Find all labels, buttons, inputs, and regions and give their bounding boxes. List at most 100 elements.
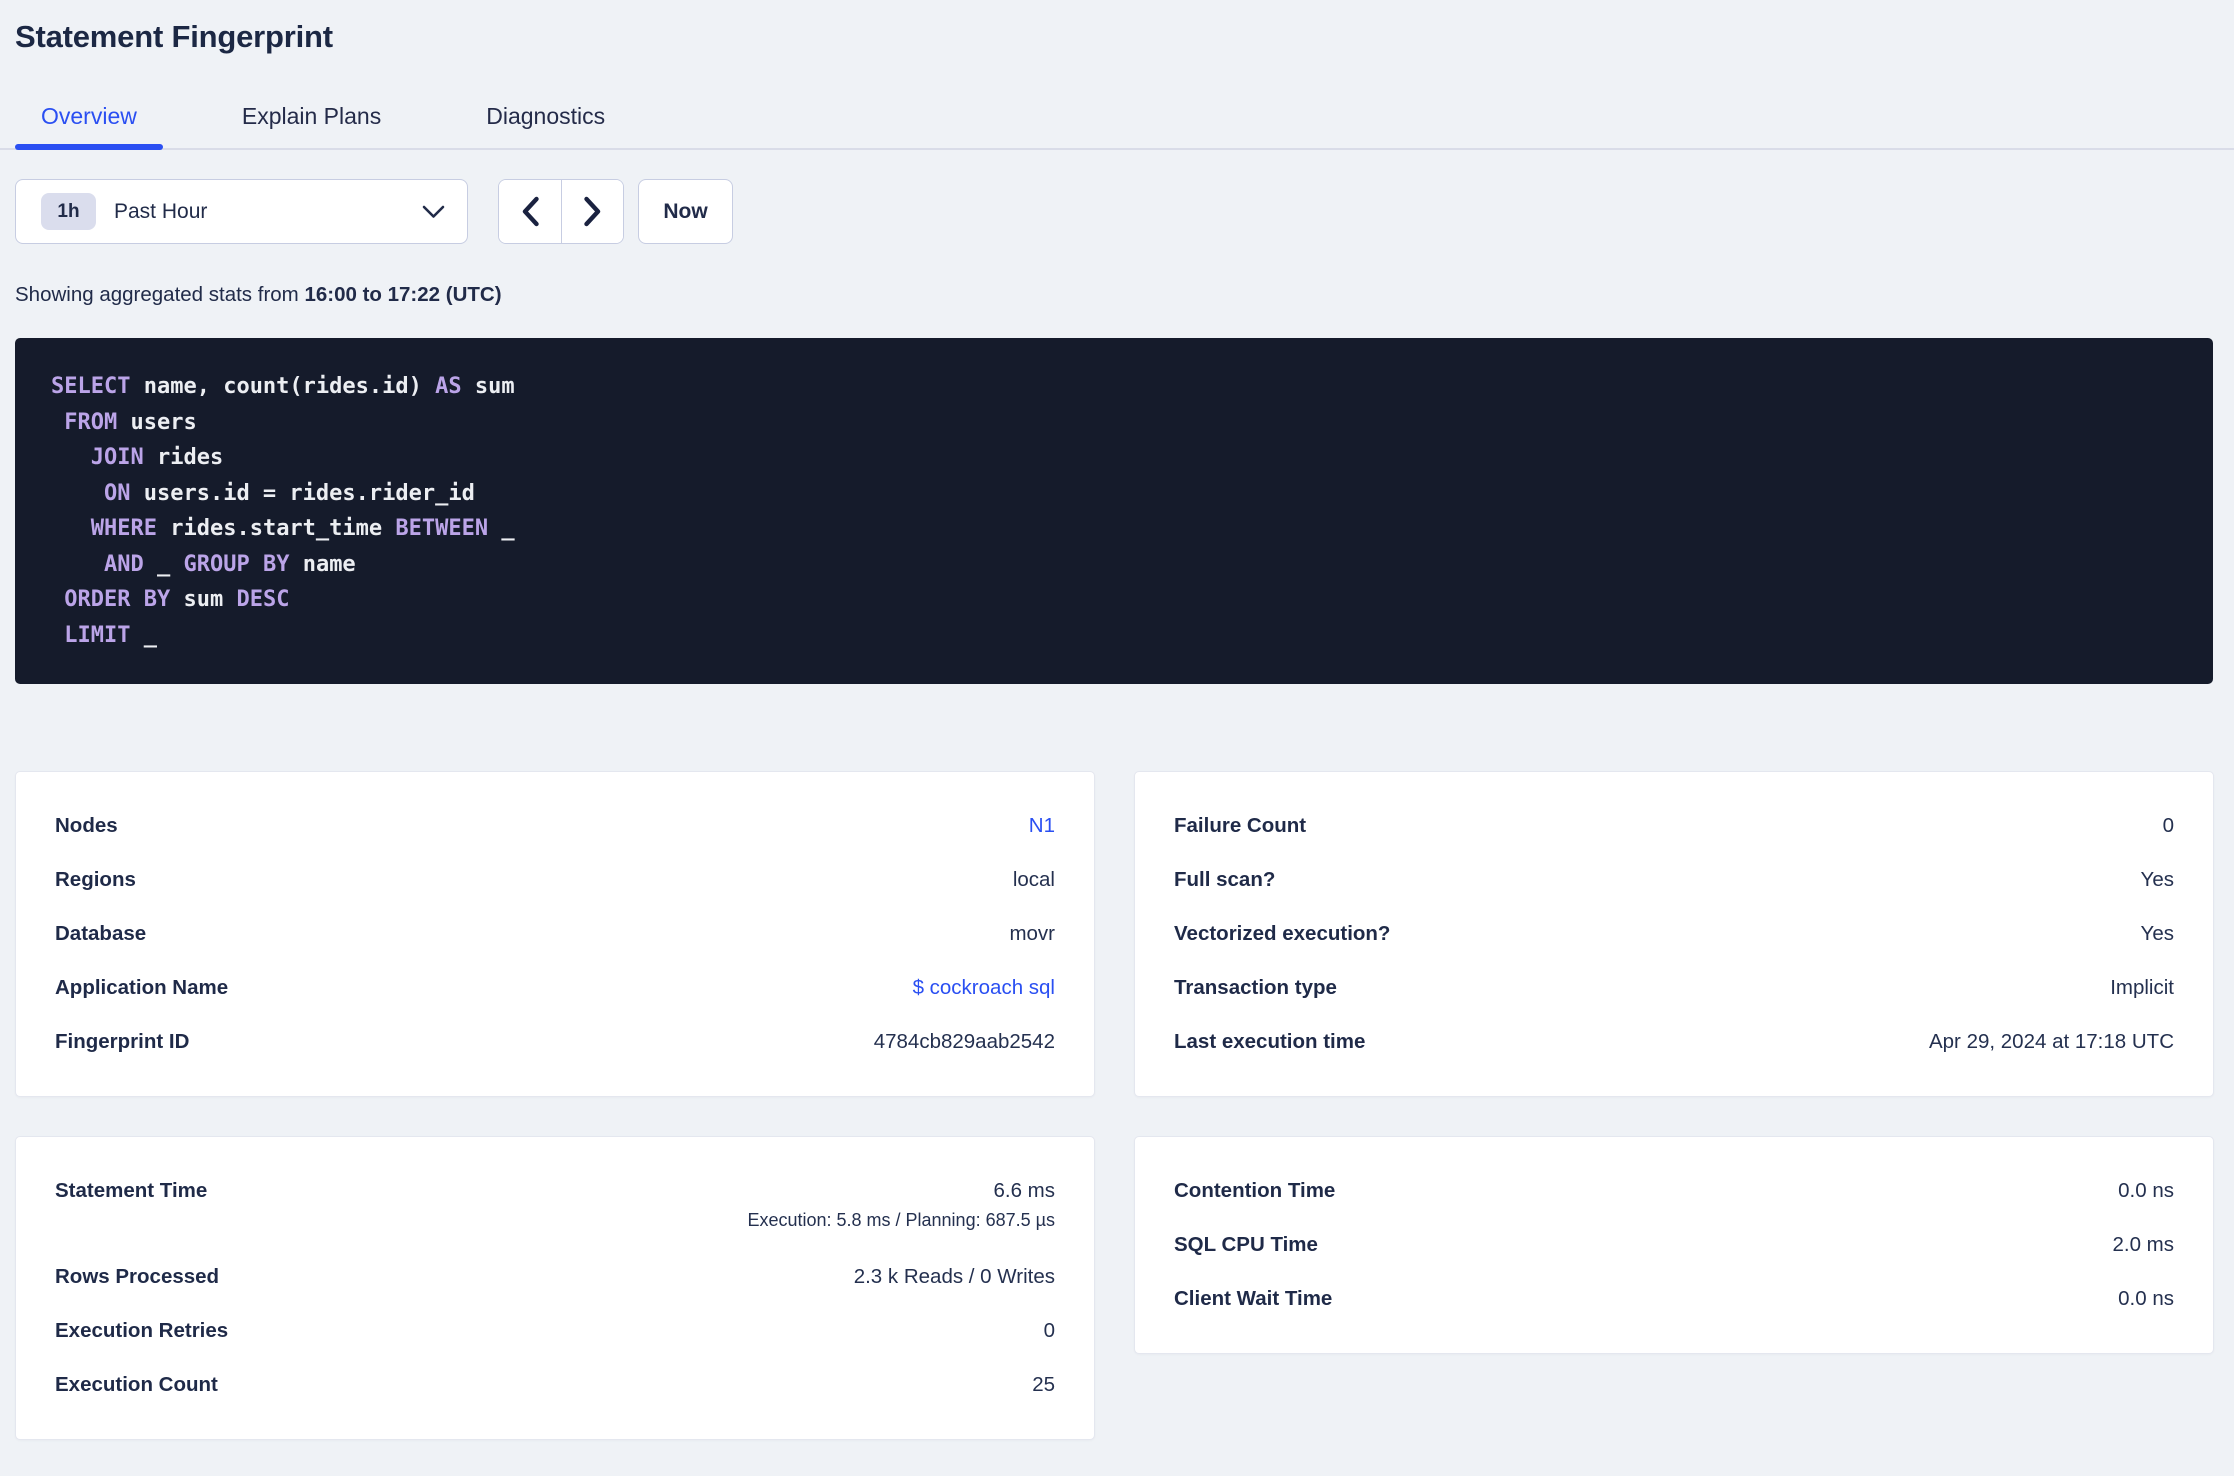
row-label: Fingerprint ID	[55, 1030, 190, 1053]
card-row: Failure Count 0	[1174, 799, 2174, 853]
row-label: Failure Count	[1174, 814, 1307, 837]
card-row: Execution Retries 0	[55, 1304, 1055, 1358]
card-row: Statement Time 6.6 ms Execution: 5.8 ms / …	[55, 1164, 1055, 1250]
row-value-link[interactable]: $ cockroach sql	[913, 976, 1055, 1000]
sql-keyword: JOIN	[90, 445, 144, 470]
wait-times-card: Contention Time 0.0 ns SQL CPU Time 2.0 ms C…	[1134, 1136, 2214, 1354]
row-label: Full scan?	[1174, 868, 1276, 891]
caption-time-range: 16:00 to 17:22 (UTC)	[304, 283, 502, 306]
sql-keyword: AS	[435, 374, 462, 399]
row-value: Apr 29, 2024 at 17:18 UTC	[1928, 1030, 2174, 1053]
row-value: 4784cb829aab2542	[873, 1030, 1055, 1053]
sql-text: users	[117, 409, 197, 435]
sql-keyword: WHERE	[90, 516, 157, 541]
caption-prefix: Showing aggregated stats from	[15, 283, 305, 306]
sql-keyword: AND	[103, 551, 144, 577]
row-label: Contention Time	[1174, 1179, 1336, 1202]
row-label: Database	[55, 922, 147, 945]
row-value: 25	[1032, 1373, 1055, 1396]
card-row: Regions local	[55, 853, 1055, 907]
row-value: 0	[2162, 814, 2174, 837]
row-label: Nodes	[55, 814, 118, 837]
row-value: 2.3 k Reads / 0 Writes	[853, 1265, 1055, 1288]
now-button[interactable]: Now	[638, 179, 733, 244]
card-row: Transaction type Implicit	[1174, 961, 2174, 1015]
row-label: Execution Retries	[55, 1319, 229, 1342]
row-value: 2.0 ms	[2112, 1233, 2174, 1256]
sql-keyword: DESC	[236, 587, 290, 612]
time-range-label: Past Hour	[114, 199, 208, 223]
card-row: Contention Time 0.0 ns	[1174, 1164, 2174, 1218]
row-label: Execution Count	[55, 1373, 218, 1396]
card-row: Full scan? Yes	[1174, 853, 2174, 907]
card-row: Vectorized execution? Yes	[1174, 907, 2174, 961]
sql-keyword: ON	[103, 480, 131, 506]
sql-text: _	[143, 551, 184, 577]
time-range-dropdown[interactable]: 1h Past Hour	[15, 179, 468, 244]
tab-explain-plans[interactable]: Explain Plans	[216, 105, 407, 148]
card-row: Application Name $ cockroach sql	[55, 961, 1055, 1015]
prev-time-button[interactable]	[499, 180, 561, 243]
time-range-badge: 1h	[41, 193, 96, 230]
chevron-down-icon	[422, 205, 445, 218]
page-title: Statement Fingerprint	[15, 19, 333, 54]
sql-keyword: FROM	[64, 409, 118, 435]
sql-text: name, count(rides.id)	[130, 374, 436, 399]
row-label: Rows Processed	[55, 1265, 220, 1288]
row-label: Transaction type	[1174, 976, 1337, 999]
row-label: Client Wait Time	[1174, 1287, 1333, 1310]
time-controls: 1h Past Hour Now	[15, 179, 2234, 244]
tab-diagnostics[interactable]: Diagnostics	[460, 105, 631, 148]
row-value-block: 6.6 ms Execution: 5.8 ms / Planning: 687.…	[747, 1178, 1055, 1236]
statement-times-card: Statement Time 6.6 ms Execution: 5.8 ms / …	[15, 1136, 1095, 1440]
sql-text: _	[130, 622, 157, 648]
aggregated-stats-caption: Showing aggregated stats from 16:00 to 1…	[15, 282, 2234, 307]
tab-bar: Overview Explain Plans Diagnostics	[0, 105, 2234, 150]
tab-overview[interactable]: Overview	[15, 105, 163, 150]
card-row: Database movr	[55, 907, 1055, 961]
statement-fingerprint-page: Statement Fingerprint Overview Explain Pl…	[0, 18, 2234, 1440]
card-row: SQL CPU Time 2.0 ms	[1174, 1218, 2174, 1272]
execution-attributes-card: Failure Count 0 Full scan? Yes Vectorized ex…	[1134, 771, 2214, 1097]
sql-text: rides.start_time	[156, 516, 396, 541]
card-row: Rows Processed 2.3 k Reads / 0 Writes	[55, 1250, 1055, 1304]
sql-keyword: BETWEEN	[395, 516, 489, 541]
details-cards-row: Nodes N1 Regions local Database movr Applicati…	[15, 771, 2214, 1097]
row-value: Yes	[2140, 922, 2174, 945]
row-value: 0	[1043, 1319, 1055, 1342]
row-label: Application Name	[55, 976, 229, 999]
sql-text: sum	[170, 587, 237, 612]
sql-statement-box: SELECT name, count(rides.id) AS sum FROM…	[15, 338, 2213, 684]
sql-text: sum	[461, 374, 515, 399]
row-value: Implicit	[2110, 976, 2174, 999]
sql-text: users.id = rides.rider_id	[130, 480, 475, 506]
card-row: Nodes N1	[55, 799, 1055, 853]
row-value: Yes	[2140, 868, 2174, 891]
row-value: 6.6 ms	[993, 1179, 1055, 1202]
row-label: Regions	[55, 868, 136, 891]
chevron-left-icon	[522, 196, 539, 227]
row-label: Vectorized execution?	[1174, 922, 1391, 945]
row-value: movr	[1009, 922, 1055, 945]
row-label: Statement Time	[55, 1179, 208, 1202]
sql-text: rides	[143, 445, 224, 470]
row-label: Last execution time	[1174, 1030, 1366, 1053]
time-nav-group	[498, 179, 624, 244]
row-value-link[interactable]: N1	[1029, 814, 1055, 838]
sql-keyword: SELECT	[51, 374, 131, 399]
sql-keyword: GROUP BY	[183, 551, 290, 577]
statement-details-card: Nodes N1 Regions local Database movr Applicati…	[15, 771, 1095, 1097]
next-time-button[interactable]	[561, 180, 623, 243]
row-value: 0.0 ns	[2118, 1287, 2174, 1310]
chevron-right-icon	[584, 196, 601, 227]
sql-text: name	[289, 551, 356, 577]
card-row: Execution Count 25	[55, 1358, 1055, 1412]
row-label: SQL CPU Time	[1174, 1233, 1318, 1256]
sql-text: _	[488, 516, 515, 541]
